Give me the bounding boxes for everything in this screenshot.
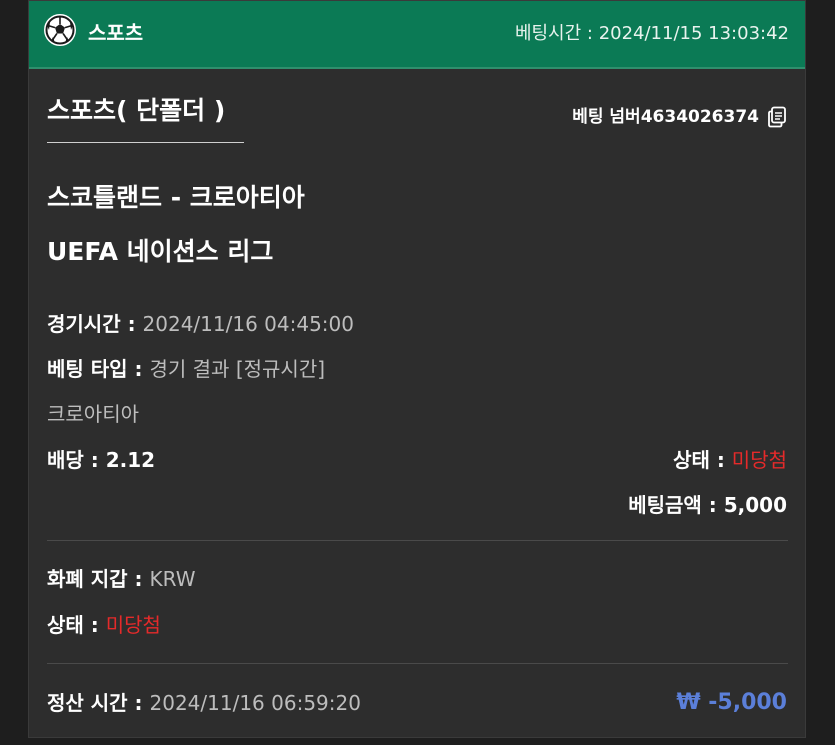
bet-ticket-card: 스포츠 베팅시간 : 2024/11/15 13:03:42 스포츠( 단폴더 …: [28, 0, 806, 738]
settlement-time-value: 2024/11/16 06:59:20: [149, 691, 361, 715]
ticket-header: 스포츠 베팅시간 : 2024/11/15 13:03:42: [29, 1, 805, 69]
selection-value: 크로아티아: [47, 402, 139, 426]
currency-label: 화폐 지갑 :: [47, 567, 150, 591]
bet-time-value: 2024/11/15 13:03:42: [598, 23, 789, 44]
bet-number-label: 베팅 넘버: [572, 107, 641, 127]
currency-value: KRW: [149, 567, 196, 591]
wallet-status-label: 상태 :: [47, 613, 106, 637]
stake-value: 5,000: [723, 493, 787, 517]
bet-type-row: 베팅 타입 : 경기 결과 [정규시간]: [47, 355, 325, 383]
settlement-amount: ₩ -5,000: [676, 690, 787, 715]
bet-number: 베팅 넘버 4634026374: [572, 105, 787, 129]
copy-icon[interactable]: [767, 106, 787, 128]
selection-row: 크로아티아: [47, 400, 139, 428]
game-time-label: 경기시간 :: [47, 312, 143, 336]
bet-time-label: 베팅시간 :: [514, 23, 599, 44]
game-time-row: 경기시간 : 2024/11/16 04:45:00: [47, 310, 354, 338]
stake-label: 베팅금액 :: [628, 493, 724, 517]
status-label: 상태 :: [673, 448, 732, 472]
odds-row: 배당 : 2.12: [47, 446, 155, 474]
league-name: UEFA 네이션스 리그: [47, 237, 274, 266]
currency-row: 화폐 지갑 : KRW: [47, 565, 195, 593]
divider: [47, 663, 788, 664]
match-name: 스코틀랜드 - 크로아티아: [47, 183, 305, 212]
bet-time: 베팅시간 : 2024/11/15 13:03:42: [515, 22, 789, 46]
wallet-status-row: 상태 : 미당첨: [47, 611, 161, 639]
title-underline: [47, 142, 244, 143]
game-time-value: 2024/11/16 04:45:00: [142, 312, 354, 336]
ticket-title: 스포츠( 단폴더 ): [47, 96, 226, 125]
stake-row: 베팅금액 : 5,000: [628, 491, 787, 519]
wallet-status-badge: 미당첨: [105, 613, 161, 637]
odds-value: 2.12: [105, 448, 156, 472]
soccer-ball-icon: [44, 14, 76, 46]
bet-type-value: 경기 결과 [정규시간]: [149, 357, 326, 381]
odds-label: 배당 :: [47, 448, 106, 472]
bet-type-label: 베팅 타입 :: [47, 357, 150, 381]
divider: [47, 540, 788, 541]
header-brand: 스포츠: [88, 21, 144, 45]
settlement-time-row: 정산 시간 : 2024/11/16 06:59:20: [47, 689, 361, 717]
status-badge: 미당첨: [731, 448, 787, 472]
status-row: 상태 : 미당첨: [673, 446, 787, 474]
settlement-time-label: 정산 시간 :: [47, 691, 150, 715]
settlement-amount-row: ₩ -5,000: [676, 688, 787, 717]
bet-number-value: 4634026374: [640, 107, 759, 127]
